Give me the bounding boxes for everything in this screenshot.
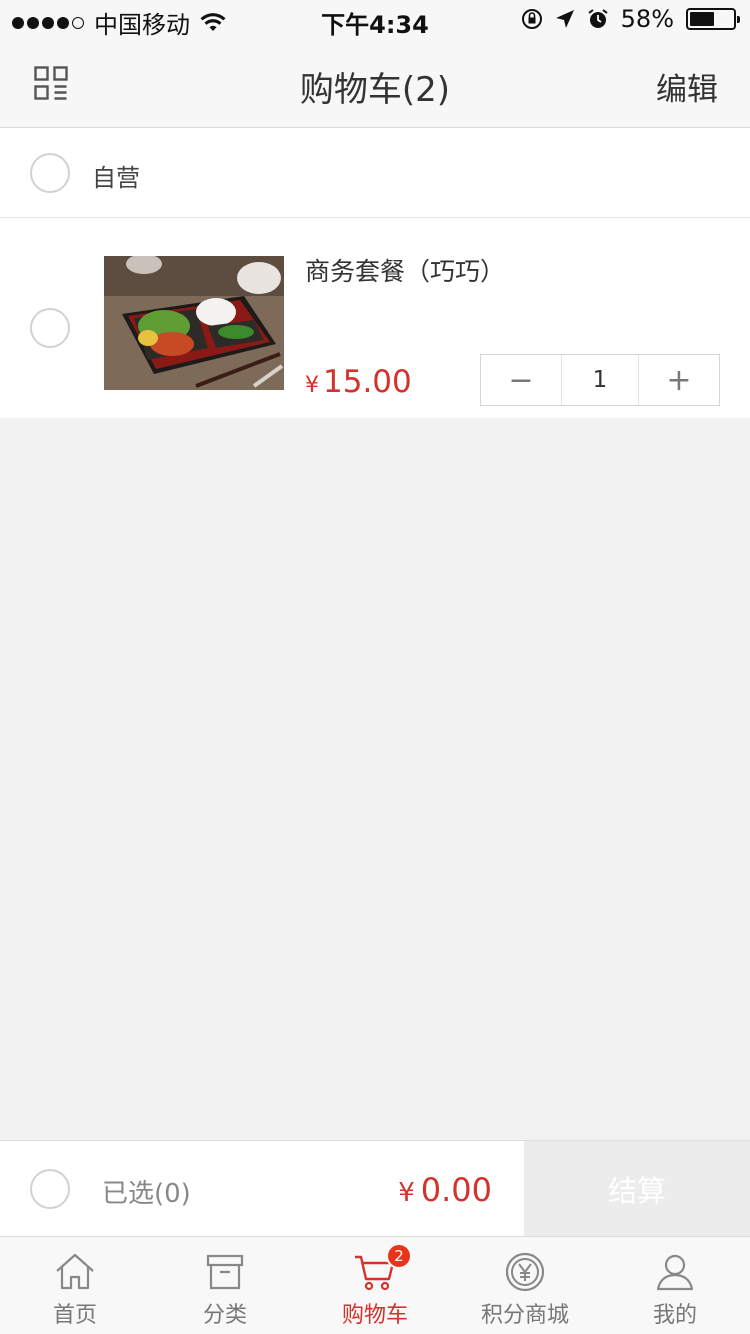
store-name: 自营 xyxy=(92,164,140,192)
battery-percent: 58% xyxy=(620,5,674,33)
edit-button[interactable]: 编辑 xyxy=(656,64,718,109)
orientation-lock-icon xyxy=(521,9,542,29)
quantity-value[interactable]: 1 xyxy=(561,355,639,405)
total-value: 0.00 xyxy=(420,1171,492,1209)
tab-bar: 首页 分类 2 购物车 积分商城 我的 xyxy=(0,1236,750,1334)
price-value: 15.00 xyxy=(323,364,412,400)
price-currency: ¥ xyxy=(305,373,319,398)
product-price: ¥15.00 xyxy=(305,364,412,400)
tab-points-mall-label: 积分商城 xyxy=(480,1303,569,1328)
selected-count: 已选(0) xyxy=(102,1179,191,1209)
store-select-checkbox[interactable] xyxy=(30,153,70,193)
checkout-button[interactable]: 结算 xyxy=(524,1141,750,1237)
user-icon xyxy=(656,1254,694,1291)
select-all-checkbox[interactable] xyxy=(30,1169,70,1209)
checkout-bar: 已选(0) ¥0.00 结算 xyxy=(0,1140,750,1237)
quantity-stepper: − 1 + xyxy=(480,354,720,406)
tab-cart[interactable]: 2 购物车 xyxy=(300,1237,450,1334)
total-currency: ¥ xyxy=(398,1178,415,1208)
home-icon xyxy=(56,1253,94,1290)
tab-home[interactable]: 首页 xyxy=(0,1237,150,1334)
tab-home-label: 首页 xyxy=(52,1303,97,1328)
increase-quantity-button[interactable]: + xyxy=(639,355,719,405)
decrease-quantity-button[interactable]: − xyxy=(481,355,561,405)
product-image[interactable] xyxy=(104,256,284,390)
product-name[interactable]: 商务套餐（巧巧） xyxy=(305,252,505,288)
location-arrow-icon xyxy=(555,10,574,28)
status-bar: 中国移动 下午4:34 58% xyxy=(0,0,750,40)
cart-badge: 2 xyxy=(386,1243,412,1269)
alarm-icon xyxy=(588,9,608,28)
points-yen-icon xyxy=(505,1252,545,1292)
total-price: ¥0.00 xyxy=(398,1171,492,1209)
battery-icon xyxy=(686,8,740,30)
tab-mine[interactable]: 我的 xyxy=(600,1237,750,1334)
cart-item: 商务套餐（巧巧） ¥15.00 − 1 + xyxy=(0,218,750,418)
battery-level xyxy=(690,12,714,26)
tab-cart-label: 购物车 xyxy=(341,1303,408,1328)
tab-points-mall[interactable]: 积分商城 xyxy=(450,1237,600,1334)
tab-category[interactable]: 分类 xyxy=(150,1237,300,1334)
item-select-checkbox[interactable] xyxy=(30,308,70,348)
status-right: 58% xyxy=(521,5,740,33)
tab-category-label: 分类 xyxy=(202,1303,247,1328)
category-box-icon xyxy=(206,1254,244,1290)
tab-mine-label: 我的 xyxy=(652,1303,697,1328)
page-title: 购物车(2) xyxy=(299,70,451,110)
nav-bar: 购物车(2) 编辑 xyxy=(0,40,750,128)
store-group-header: 自营 xyxy=(0,128,750,218)
